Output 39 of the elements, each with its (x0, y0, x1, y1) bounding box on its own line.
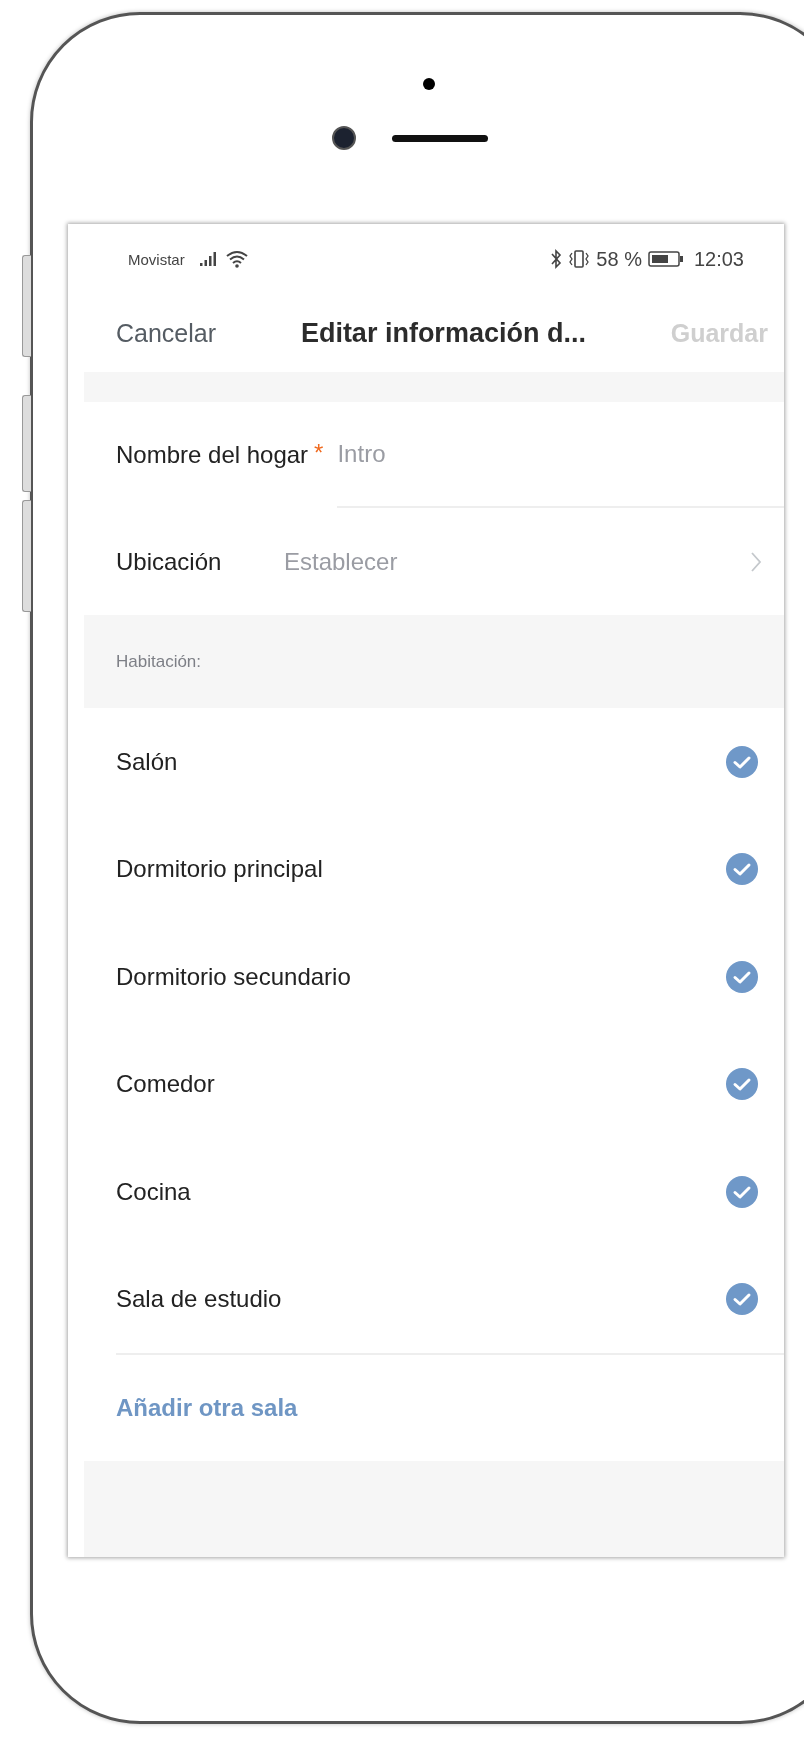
sensor-dot-icon (423, 78, 435, 90)
checkmark-icon[interactable] (726, 1175, 758, 1208)
page-title: Editar información d... (300, 317, 586, 349)
checkmark-icon[interactable] (726, 960, 758, 993)
carrier-name: Movistar (128, 250, 185, 268)
chevron-right-icon (750, 550, 762, 573)
room-item[interactable]: Dormitorio secundario (84, 923, 784, 1031)
vibrate-icon (568, 249, 591, 269)
field-label: Nombre del hogar (116, 441, 309, 469)
room-item[interactable]: Dormitorio principal (84, 815, 784, 923)
battery-percent: 58 % (596, 247, 642, 271)
checkmark-icon[interactable] (726, 1068, 758, 1101)
checkmark-icon[interactable] (726, 745, 758, 778)
signal-icon (198, 251, 219, 267)
room-item[interactable]: Comedor (84, 1030, 784, 1138)
room-name: Comedor (116, 1070, 215, 1099)
room-name: Cocina (116, 1177, 191, 1206)
required-asterisk-icon: * (314, 439, 324, 467)
room-name: Dormitorio principal (116, 855, 323, 884)
room-item[interactable]: Sala de estudio (84, 1245, 784, 1353)
room-name: Salón (116, 747, 178, 776)
checkmark-icon[interactable] (726, 853, 758, 886)
home-name-field[interactable]: Intro (337, 402, 784, 508)
clock-time: 12:03 (693, 247, 744, 271)
field-label: Ubicación (116, 547, 223, 576)
room-item[interactable]: Cocina (84, 1138, 784, 1246)
location-row[interactable]: Ubicación Establecer (84, 508, 784, 615)
room-name: Dormitorio secundario (116, 962, 351, 991)
room-name: Sala de estudio (116, 1285, 282, 1314)
room-item[interactable]: Salón (84, 708, 784, 816)
speaker-icon (392, 134, 488, 142)
location-value: Establecer (284, 547, 399, 576)
battery-icon (647, 250, 684, 268)
bluetooth-icon (550, 249, 563, 269)
section-label: Habitación: (116, 651, 202, 672)
checkmark-icon[interactable] (726, 1283, 758, 1316)
wifi-icon (224, 250, 249, 268)
camera-icon (332, 126, 356, 150)
cancel-button[interactable]: Cancelar (116, 318, 217, 348)
